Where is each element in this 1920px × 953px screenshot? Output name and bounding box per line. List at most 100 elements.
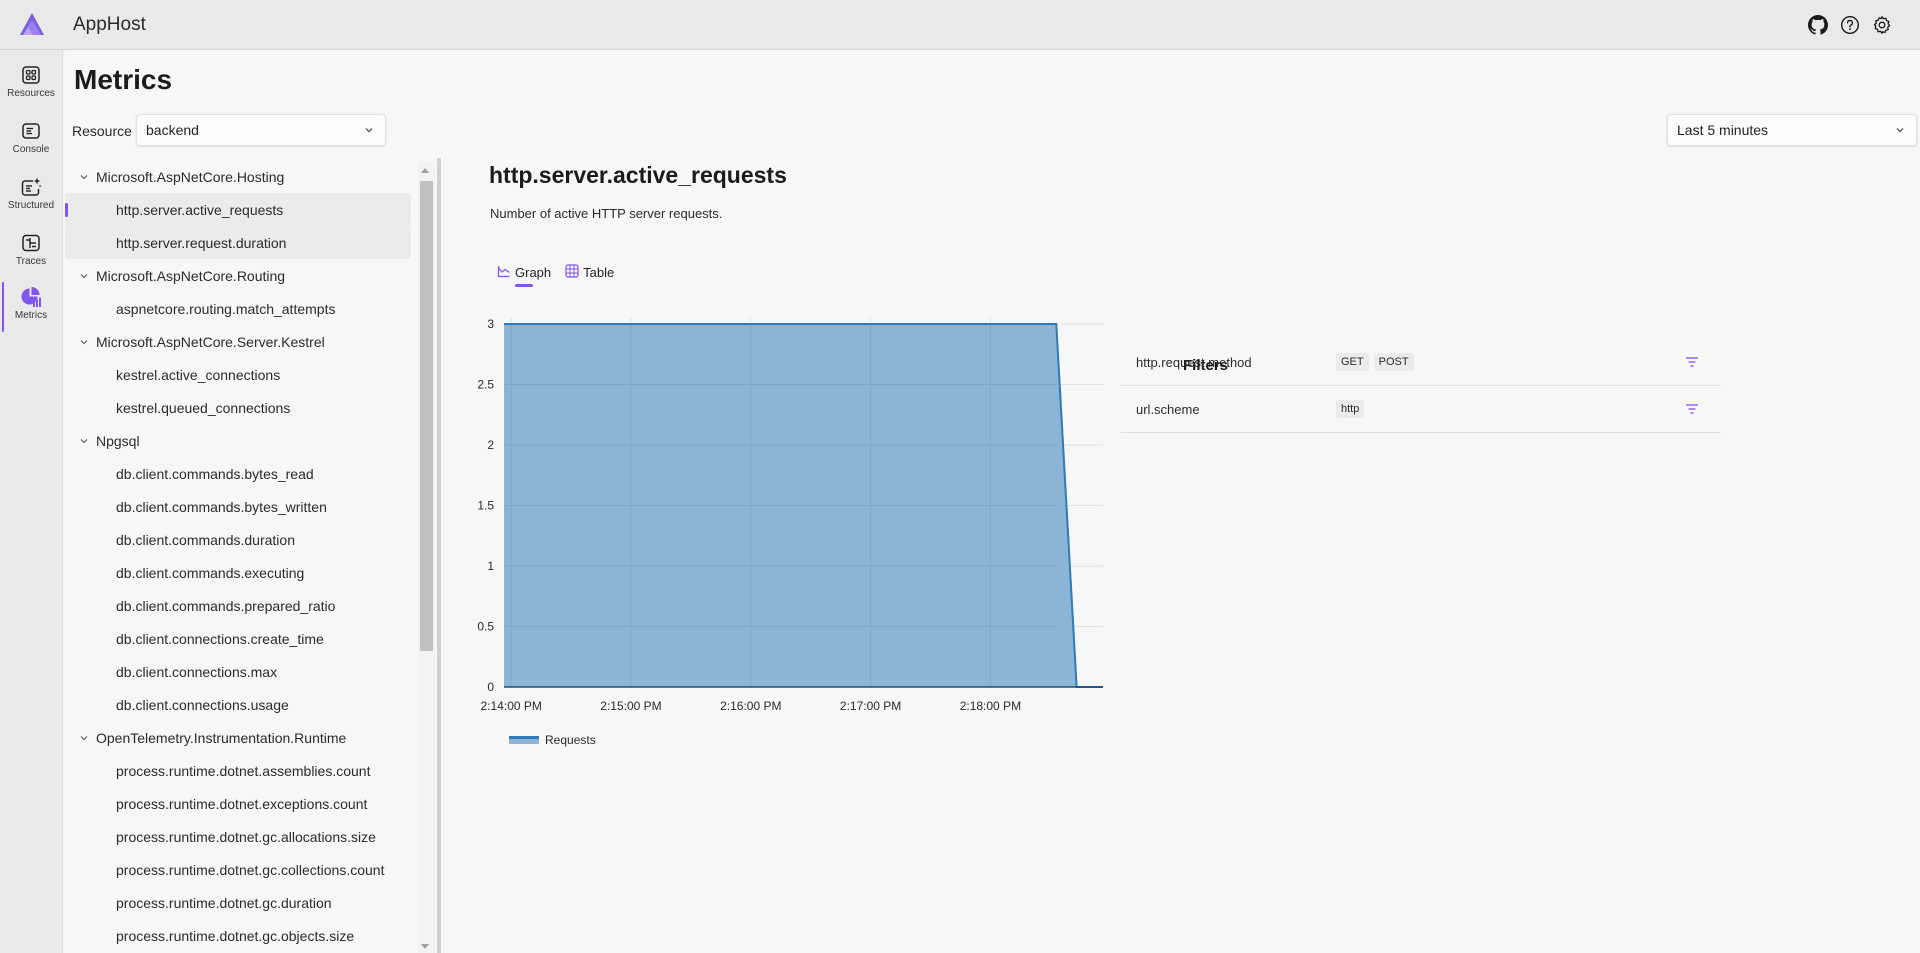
filter-value-chip: POST xyxy=(1373,353,1414,371)
tree-group[interactable]: Microsoft.AspNetCore.Server.Kestrel xyxy=(63,325,415,358)
tree-label: db.client.commands.duration xyxy=(116,531,295,548)
tree-item[interactable]: process.runtime.dotnet.gc.collections.co… xyxy=(63,853,415,886)
tree-label: process.runtime.dotnet.gc.collections.co… xyxy=(116,861,385,878)
tree-item[interactable]: db.client.connections.create_time xyxy=(63,622,415,655)
traces-icon xyxy=(20,232,42,254)
top-bar: AppHost xyxy=(0,0,1920,50)
tree-group[interactable]: Microsoft.AspNetCore.Routing xyxy=(63,259,415,292)
filter-row: http.request.method GET POST xyxy=(1121,339,1721,386)
tree-scrollbar[interactable] xyxy=(418,162,435,953)
tree-item[interactable]: db.client.commands.executing xyxy=(63,556,415,589)
panel-splitter[interactable] xyxy=(437,158,441,953)
tree-label: aspnetcore.routing.match_attempts xyxy=(116,300,336,317)
tree-label: process.runtime.dotnet.gc.allocations.si… xyxy=(116,828,376,845)
chevron-down-icon[interactable] xyxy=(78,732,90,744)
nav-resources[interactable]: Resources xyxy=(0,58,62,114)
app-logo-icon[interactable] xyxy=(19,12,45,36)
tree-item[interactable]: db.client.connections.max xyxy=(63,655,415,688)
tree-item[interactable]: process.runtime.dotnet.gc.duration xyxy=(63,886,415,919)
scrollbar-thumb[interactable] xyxy=(420,181,433,651)
time-range-value: Last 5 minutes xyxy=(1677,122,1769,138)
chevron-down-icon[interactable] xyxy=(78,270,90,282)
help-icon[interactable] xyxy=(1838,13,1862,37)
tree-label: http.server.active_requests xyxy=(116,201,284,218)
tree-item[interactable]: process.runtime.dotnet.gc.objects.size xyxy=(63,919,415,952)
structured-logs-icon xyxy=(20,176,42,198)
tree-item[interactable]: kestrel.queued_connections xyxy=(63,391,415,424)
tab-table[interactable]: Table xyxy=(565,264,614,287)
filter-value-chip: http xyxy=(1336,400,1365,418)
nav-label: Console xyxy=(12,144,50,155)
tree-item[interactable]: aspnetcore.routing.match_attempts xyxy=(63,292,415,325)
tree-item[interactable]: process.runtime.dotnet.assemblies.count xyxy=(63,754,415,787)
view-tabs: Graph Table xyxy=(497,264,614,287)
tree-label: db.client.commands.bytes_read xyxy=(116,465,314,482)
app-title: AppHost xyxy=(73,14,146,35)
filter-icon[interactable] xyxy=(1683,400,1701,418)
tree-group[interactable]: OpenTelemetry.Instrumentation.Runtime xyxy=(63,721,415,754)
tree-label: db.client.commands.executing xyxy=(116,564,305,581)
chevron-down-icon[interactable] xyxy=(78,171,90,183)
scroll-down-icon[interactable] xyxy=(421,944,429,949)
tree-item[interactable]: http.server.request.duration xyxy=(65,226,411,259)
filter-name: url.scheme xyxy=(1136,401,1200,417)
resource-select-value: backend xyxy=(146,122,199,138)
filter-icon[interactable] xyxy=(1683,353,1701,371)
github-icon[interactable] xyxy=(1806,13,1830,37)
filter-values: http xyxy=(1336,400,1365,418)
tree-item[interactable]: db.client.commands.bytes_read xyxy=(63,457,415,490)
chart-legend[interactable]: Requests xyxy=(509,733,596,747)
nav-console[interactable]: Console xyxy=(0,114,62,170)
nav-metrics[interactable]: Metrics xyxy=(0,280,62,336)
nav-label: Traces xyxy=(15,256,47,267)
main-content: Metrics Resource backend Last 5 minutes … xyxy=(62,50,1920,953)
tab-label: Graph xyxy=(515,265,552,280)
tree-item[interactable]: process.runtime.dotnet.exceptions.count xyxy=(63,787,415,820)
filter-values: GET POST xyxy=(1336,353,1414,371)
tree-group[interactable]: Npgsql xyxy=(63,424,415,457)
legend-swatch xyxy=(509,736,539,744)
tree-item[interactable]: kestrel.active_connections xyxy=(63,358,415,391)
metric-title: http.server.active_requests xyxy=(489,162,787,188)
tree-label: Microsoft.AspNetCore.Routing xyxy=(96,267,286,284)
tree-label: db.client.commands.prepared_ratio xyxy=(116,597,336,614)
tree-item[interactable]: http.server.active_requests xyxy=(65,193,411,226)
settings-icon[interactable] xyxy=(1870,13,1894,37)
tree-label: process.runtime.dotnet.gc.duration xyxy=(116,894,332,911)
tree-item[interactable]: db.client.commands.prepared_ratio xyxy=(63,589,415,622)
active-tab-indicator xyxy=(515,284,533,287)
tab-label: Table xyxy=(583,265,615,280)
resources-icon xyxy=(20,64,42,86)
tree-label: OpenTelemetry.Instrumentation.Runtime xyxy=(96,729,347,746)
nav-traces[interactable]: Traces xyxy=(0,226,62,282)
filter-value-chip: GET xyxy=(1336,353,1369,371)
side-nav: Resources Console Structured Traces Metr… xyxy=(0,50,62,953)
scroll-up-icon[interactable] xyxy=(421,168,429,173)
legend-label: Requests xyxy=(545,733,596,747)
metrics-tree: Microsoft.AspNetCore.Hosting http.server.… xyxy=(63,158,415,953)
tree-label: http.server.request.duration xyxy=(116,234,287,251)
nav-label: Metrics xyxy=(14,310,48,321)
tree-label: db.client.commands.bytes_written xyxy=(116,498,327,515)
resource-select[interactable]: backend xyxy=(136,114,386,146)
tree-label: db.client.connections.usage xyxy=(116,696,289,713)
console-icon xyxy=(20,120,42,142)
tree-label: Microsoft.AspNetCore.Hosting xyxy=(96,168,285,185)
tree-group[interactable]: Microsoft.AspNetCore.Hosting xyxy=(63,160,415,193)
time-range-select[interactable]: Last 5 minutes xyxy=(1667,114,1917,146)
chevron-down-icon xyxy=(1894,123,1906,135)
tree-item[interactable]: db.client.commands.bytes_written xyxy=(63,490,415,523)
nav-label: Resources xyxy=(7,88,55,99)
tree-label: process.runtime.dotnet.assemblies.count xyxy=(116,762,371,779)
tree-item[interactable]: db.client.connections.usage xyxy=(63,688,415,721)
tree-item[interactable]: db.client.commands.duration xyxy=(63,523,415,556)
chevron-down-icon[interactable] xyxy=(78,336,90,348)
tree-label: Microsoft.AspNetCore.Server.Kestrel xyxy=(96,333,325,350)
tree-item[interactable]: process.runtime.dotnet.gc.allocations.si… xyxy=(63,820,415,853)
tab-graph[interactable]: Graph xyxy=(497,264,551,287)
table-icon xyxy=(565,264,579,281)
chevron-down-icon[interactable] xyxy=(78,435,90,447)
tree-label: kestrel.active_connections xyxy=(116,366,281,383)
nav-structured[interactable]: Structured xyxy=(0,170,62,226)
page-title: Metrics xyxy=(74,64,173,95)
